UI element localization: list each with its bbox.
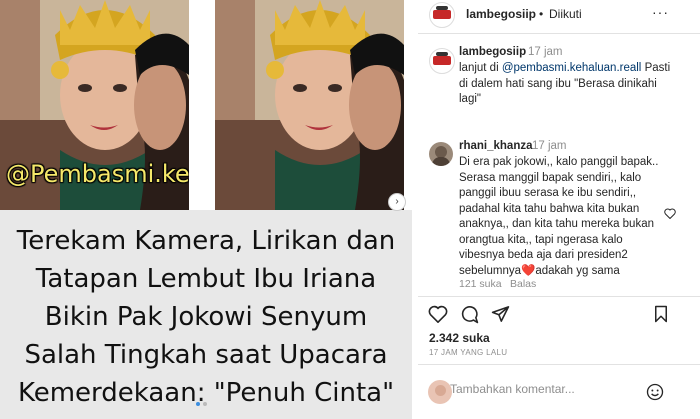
- carousel-dot: [203, 402, 207, 406]
- commenter-username[interactable]: rhani_khanza: [459, 140, 533, 152]
- caption-avatar[interactable]: [429, 48, 455, 74]
- post-sidebar: lambegosiip • Diikuti ··· lambegosiip 17…: [418, 0, 700, 419]
- follow-status[interactable]: Diikuti: [549, 7, 582, 21]
- comment-reply[interactable]: Balas: [510, 278, 536, 290]
- header-divider: [418, 33, 700, 34]
- post-headline: Terekam Kamera, Lirikan dan Tatapan Lemb…: [0, 222, 412, 412]
- caption-username[interactable]: lambegosiip: [459, 46, 526, 58]
- headline-line: Terekam Kamera, Lirikan dan: [16, 226, 396, 256]
- comment-body: Di era pak jokowi,, kalo panggil bapak..…: [459, 156, 659, 277]
- author-avatar[interactable]: [429, 2, 455, 28]
- caption-mention[interactable]: @pembasmi.kehaluan.reall: [502, 62, 642, 74]
- headline-line: Bikin Pak Jokowi Senyum: [44, 302, 368, 332]
- actions-divider: [418, 296, 700, 297]
- heart-emoji: ❤️: [521, 264, 536, 277]
- like-heart-icon[interactable]: [428, 305, 448, 323]
- headline-line: Salah Tingkah saat Upacara: [24, 340, 388, 370]
- carousel-dots: [196, 402, 207, 406]
- commenter-avatar[interactable]: [429, 142, 453, 166]
- likes-count[interactable]: 2.342 suka: [429, 331, 490, 345]
- author-username[interactable]: lambegosiip: [466, 7, 536, 21]
- caption-text: lanjut di @pembasmi.kehaluan.reall Pasti…: [459, 61, 681, 108]
- post-media[interactable]: @Pembasmi.kehaluan.reall › Tere: [0, 0, 412, 419]
- comment-time: 17 jam: [532, 140, 567, 152]
- separator-dot: •: [539, 7, 544, 21]
- couple-photo-right: [215, 0, 404, 210]
- watermark: @Pembasmi.kehaluan.reall: [6, 160, 189, 188]
- save-bookmark-icon[interactable]: [654, 305, 668, 323]
- headline-line: Kemerdekaan: "Penuh Cinta": [17, 378, 395, 408]
- comment-bubble-icon[interactable]: [460, 305, 479, 324]
- headline-line: Tatapan Lembut Ibu Iriana: [35, 264, 377, 294]
- photo-left: @Pembasmi.kehaluan.reall: [0, 0, 189, 210]
- more-options-icon[interactable]: ···: [652, 4, 669, 20]
- photo-strip: @Pembasmi.kehaluan.reall ›: [0, 0, 412, 211]
- caption-time: 17 jam: [528, 46, 563, 58]
- carousel-dot: [196, 402, 200, 406]
- comment-divider: [418, 364, 700, 365]
- caption-prefix: lanjut di: [459, 62, 502, 74]
- emoji-picker-icon[interactable]: [646, 383, 664, 401]
- comment-tail: adakah yg sama: [535, 264, 620, 277]
- add-comment-input[interactable]: [450, 380, 670, 398]
- next-slide-button[interactable]: ›: [388, 193, 406, 211]
- current-user-avatar: [428, 380, 452, 404]
- comment-text: Di era pak jokowi,, kalo panggil bapak..…: [459, 155, 664, 279]
- comment-likes[interactable]: 121 suka: [459, 278, 502, 290]
- share-send-icon[interactable]: [491, 305, 510, 323]
- post-timestamp: 17 JAM YANG LALU: [429, 348, 508, 357]
- comment-like-icon[interactable]: [664, 208, 676, 219]
- photo-right: [215, 0, 404, 210]
